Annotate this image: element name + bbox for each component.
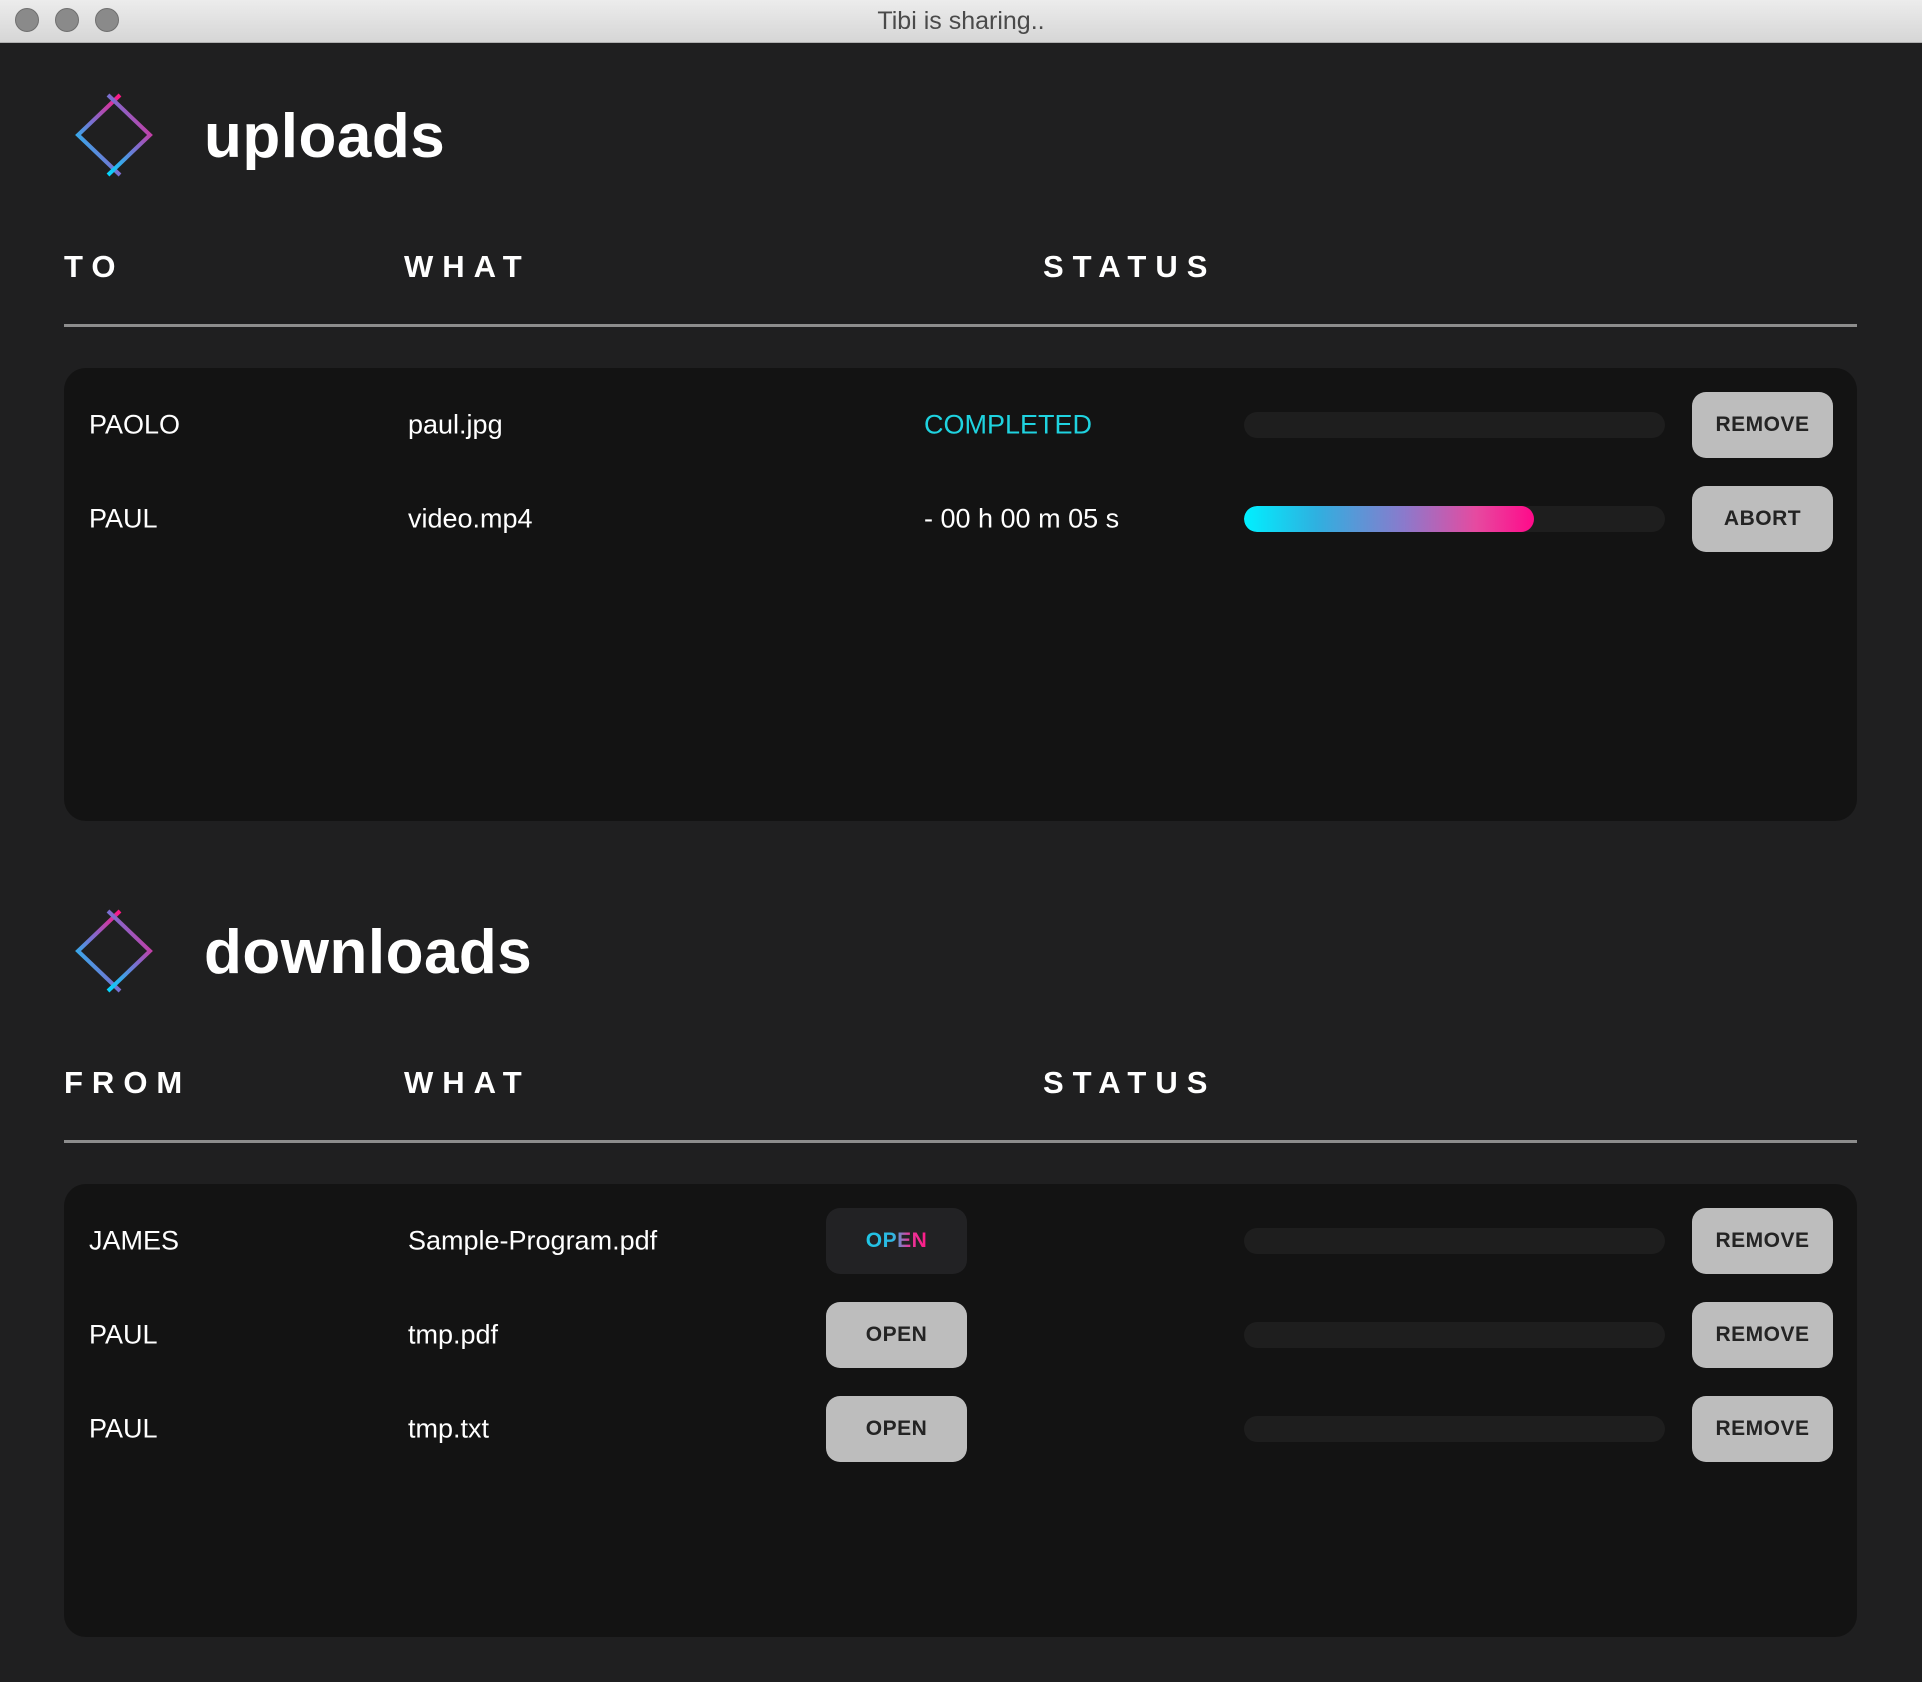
uploads-col-to: TO bbox=[64, 249, 125, 284]
upload-recipient: PAOLO bbox=[89, 409, 181, 440]
downloads-col-status: STATUS bbox=[1043, 1065, 1217, 1100]
uploads-list: PAOLO paul.jpg COMPLETED REMOVE PAUL vid… bbox=[64, 368, 1857, 821]
upload-recipient: PAUL bbox=[89, 503, 158, 534]
remove-button[interactable]: REMOVE bbox=[1692, 1396, 1833, 1462]
open-button[interactable]: OPEN bbox=[826, 1396, 967, 1462]
download-progress-bar bbox=[1244, 1322, 1665, 1348]
window-title: Tibi is sharing.. bbox=[877, 7, 1045, 35]
upload-filename: video.mp4 bbox=[408, 503, 533, 534]
downloads-divider bbox=[64, 1140, 1857, 1143]
download-sender: PAUL bbox=[89, 1413, 158, 1444]
uploads-col-status: STATUS bbox=[1043, 249, 1217, 284]
upload-row: PAUL video.mp4 - 00 h 00 m 05 s ABORT bbox=[64, 486, 1857, 552]
download-filename: Sample-Program.pdf bbox=[408, 1225, 658, 1256]
download-progress-bar bbox=[1244, 1416, 1665, 1442]
exchange-diamond-icon bbox=[75, 909, 153, 993]
abort-button[interactable]: ABORT bbox=[1692, 486, 1833, 552]
upload-status: COMPLETED bbox=[924, 409, 1093, 440]
upload-progress-bar bbox=[1244, 506, 1665, 532]
uploads-title: uploads bbox=[204, 102, 446, 171]
download-row: JAMES Sample-Program.pdf OPEN REMOVE bbox=[64, 1208, 1857, 1274]
uploads-col-what: WHAT bbox=[404, 249, 531, 284]
remove-button[interactable]: REMOVE bbox=[1692, 1208, 1833, 1274]
download-sender: JAMES bbox=[89, 1225, 180, 1256]
downloads-title: downloads bbox=[204, 918, 533, 987]
download-progress-bar bbox=[1244, 1228, 1665, 1254]
downloads-list: JAMES Sample-Program.pdf OPEN REMOVE PAU… bbox=[64, 1184, 1857, 1637]
upload-progress-fill bbox=[1244, 506, 1535, 532]
upload-progress-bar bbox=[1244, 412, 1665, 438]
remove-button[interactable]: REMOVE bbox=[1692, 392, 1833, 458]
download-row: PAUL tmp.txt OPEN REMOVE bbox=[64, 1396, 1857, 1462]
remove-button[interactable]: REMOVE bbox=[1692, 1302, 1833, 1368]
app-window: Tibi is sharing.. uploads TO WHAT STATUS… bbox=[0, 0, 1922, 1682]
download-filename: tmp.txt bbox=[408, 1413, 490, 1444]
upload-filename: paul.jpg bbox=[408, 409, 503, 440]
exchange-diamond-icon bbox=[75, 93, 153, 177]
downloads-col-from: FROM bbox=[64, 1065, 192, 1100]
upload-status: - 00 h 00 m 05 s bbox=[924, 503, 1120, 534]
uploads-divider bbox=[64, 324, 1857, 327]
download-row: PAUL tmp.pdf OPEN REMOVE bbox=[64, 1302, 1857, 1368]
upload-row: PAOLO paul.jpg COMPLETED REMOVE bbox=[64, 392, 1857, 458]
downloads-col-what: WHAT bbox=[404, 1065, 531, 1100]
open-button-label: OPEN bbox=[865, 1229, 928, 1252]
download-filename: tmp.pdf bbox=[408, 1319, 499, 1350]
open-button[interactable]: OPEN bbox=[826, 1302, 967, 1368]
download-sender: PAUL bbox=[89, 1319, 158, 1350]
open-button[interactable]: OPEN bbox=[826, 1208, 967, 1274]
title-bar: Tibi is sharing.. bbox=[0, 0, 1922, 43]
